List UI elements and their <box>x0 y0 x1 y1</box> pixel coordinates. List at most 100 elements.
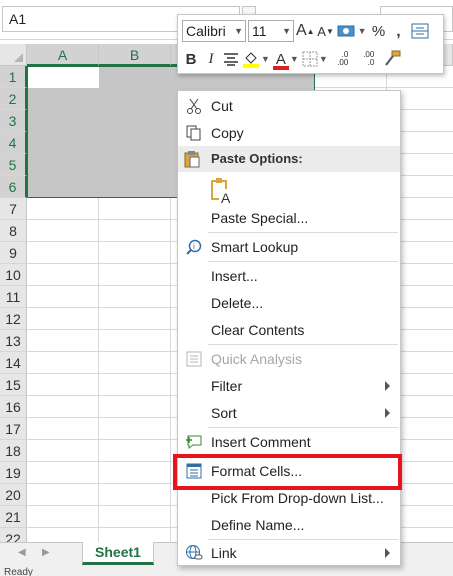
menu-item-insert-comment[interactable]: Insert Comment <box>178 429 400 455</box>
chevron-down-icon: ▼ <box>234 26 243 36</box>
menu-item-clear-contents[interactable]: Clear Contents <box>178 317 400 343</box>
row-header[interactable]: 9 <box>0 242 27 264</box>
menu-item-cut[interactable]: Cut <box>178 93 400 119</box>
column-header-a[interactable]: A <box>27 44 99 66</box>
chevron-down-icon: ▼ <box>318 54 328 64</box>
smart-lookup-icon: i <box>184 238 204 256</box>
font-color-swatch <box>272 65 289 70</box>
decrease-decimal-button[interactable]: .00 .0 <box>357 48 381 70</box>
quick-analysis-icon <box>184 350 204 368</box>
row-header[interactable]: 16 <box>0 396 27 418</box>
row-header[interactable]: 12 <box>0 308 27 330</box>
active-cell-a1[interactable] <box>28 67 99 88</box>
status-text: Ready <box>4 567 33 576</box>
paste-clipboard-icon: A <box>210 177 234 208</box>
fill-color-button[interactable]: ▼ <box>242 48 271 70</box>
menu-item-insert[interactable]: Insert... <box>178 263 400 289</box>
menu-item-smart-lookup[interactable]: i Smart Lookup <box>178 234 400 260</box>
paste-option-paste[interactable]: A <box>178 174 400 208</box>
clipboard-icon <box>184 150 200 171</box>
align-center-icon <box>224 53 238 66</box>
menu-label-sort: Sort <box>211 405 237 421</box>
menu-label-define-name: Define Name... <box>211 517 305 533</box>
paste-options-header: Paste Options: <box>178 146 400 172</box>
menu-item-quick-analysis: Quick Analysis <box>178 346 400 372</box>
comma-style-button[interactable]: , <box>390 20 408 42</box>
menu-label-quick-analysis: Quick Analysis <box>211 351 303 367</box>
font-name-select[interactable]: Calibri ▼ <box>182 20 246 42</box>
font-color-button[interactable]: A ▼ <box>272 48 300 70</box>
menu-item-sort[interactable]: Sort <box>178 400 400 426</box>
row-header[interactable]: 11 <box>0 286 27 308</box>
row-header[interactable]: 4 <box>0 132 27 154</box>
menu-label-cut: Cut <box>211 98 233 114</box>
row-header[interactable]: 18 <box>0 440 27 462</box>
svg-text:i: i <box>193 242 195 251</box>
menu-item-filter[interactable]: Filter <box>178 373 400 399</box>
select-all-corner[interactable] <box>0 44 27 66</box>
menu-separator <box>208 232 398 233</box>
font-size-select[interactable]: 11 ▼ <box>248 20 294 42</box>
menu-label-paste-special: Paste Special... <box>211 210 309 226</box>
menu-item-delete[interactable]: Delete... <box>178 290 400 316</box>
link-globe-icon <box>184 544 204 562</box>
increase-decimal-button[interactable]: .0 .00 <box>331 48 355 70</box>
tab-scroll-left-icon[interactable]: ◀ <box>18 547 26 558</box>
scissors-icon <box>184 97 204 115</box>
borders-button[interactable]: ▼ <box>302 48 329 70</box>
row-header[interactable]: 10 <box>0 264 27 286</box>
row-header[interactable]: 7 <box>0 198 27 220</box>
menu-label-pick-from-dropdown: Pick From Drop-down List... <box>211 490 384 506</box>
menu-label-insert: Insert... <box>211 268 258 284</box>
row-header[interactable]: 19 <box>0 462 27 484</box>
menu-label-smart-lookup: Smart Lookup <box>211 239 299 255</box>
menu-separator <box>208 427 398 428</box>
paint-bucket-icon <box>243 52 259 68</box>
format-painter-icon <box>384 50 401 66</box>
row-header[interactable]: 20 <box>0 484 27 506</box>
percent-style-button[interactable]: % <box>370 20 388 42</box>
sheet-tab-sheet1[interactable]: Sheet1 <box>82 542 154 565</box>
chevron-down-icon: ▼ <box>282 26 291 36</box>
row-header[interactable]: 2 <box>0 88 27 110</box>
currency-icon <box>337 25 355 37</box>
decrease-font-size-button[interactable]: A ▼ <box>317 20 335 42</box>
menu-item-copy[interactable]: Copy <box>178 120 400 146</box>
row-header[interactable]: 14 <box>0 352 27 374</box>
svg-text:A: A <box>221 190 231 205</box>
row-header[interactable]: 15 <box>0 374 27 396</box>
row-header[interactable]: 17 <box>0 418 27 440</box>
bold-button[interactable]: B <box>182 48 200 70</box>
font-name-value: Calibri <box>186 23 226 39</box>
increase-font-size-button[interactable]: A ▲ <box>296 20 315 42</box>
up-caret-icon: ▲ <box>306 26 315 36</box>
menu-item-link[interactable]: Link <box>178 540 400 566</box>
submenu-arrow-icon <box>385 408 390 418</box>
menu-label-link: Link <box>211 545 237 561</box>
menu-item-paste-special[interactable]: Paste Special... <box>178 205 400 231</box>
tab-scroll-right-icon[interactable]: ▶ <box>42 547 50 558</box>
row-header[interactable]: 13 <box>0 330 27 352</box>
menu-label-insert-comment: Insert Comment <box>211 434 311 450</box>
column-header-b[interactable]: B <box>99 44 171 66</box>
row-header[interactable]: 6 <box>0 176 27 198</box>
menu-separator <box>208 261 398 262</box>
context-menu: Cut Copy Paste Options: A Paste Special.… <box>177 90 401 566</box>
status-bar: Ready <box>0 566 453 576</box>
submenu-arrow-icon <box>385 548 390 558</box>
align-center-button[interactable] <box>222 48 240 70</box>
row-header[interactable]: 1 <box>0 66 27 88</box>
row-header[interactable]: 3 <box>0 110 27 132</box>
format-table-button[interactable] <box>410 20 430 42</box>
format-painter-button[interactable] <box>383 48 401 70</box>
row-header[interactable]: 21 <box>0 506 27 528</box>
accounting-format-button[interactable]: ▼ <box>337 20 368 42</box>
menu-item-define-name[interactable]: Define Name... <box>178 512 400 538</box>
row-header[interactable]: 8 <box>0 220 27 242</box>
menu-label-copy: Copy <box>211 125 244 141</box>
chevron-down-icon: ▼ <box>261 54 270 64</box>
red-highlight-annotation <box>173 454 402 490</box>
row-header[interactable]: 5 <box>0 154 27 176</box>
italic-button[interactable]: I <box>202 48 220 70</box>
menu-separator <box>208 344 398 345</box>
